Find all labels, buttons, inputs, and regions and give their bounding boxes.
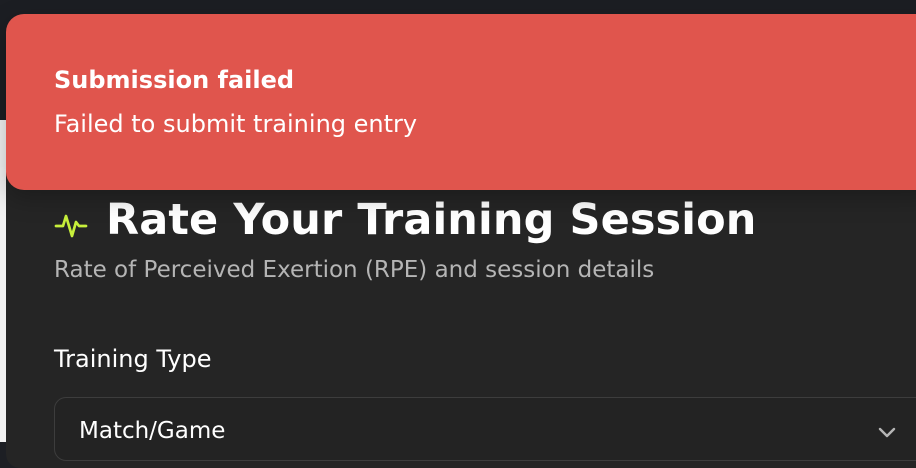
training-type-label: Training Type — [54, 345, 212, 373]
form-subtitle: Rate of Perceived Exertion (RPE) and ses… — [54, 257, 655, 283]
activity-icon — [54, 203, 88, 238]
toast-description: Failed to submit training entry — [54, 110, 418, 138]
form-title-text: Rate Your Training Session — [106, 195, 757, 245]
error-toast[interactable]: Submission failed Failed to submit train… — [6, 14, 916, 190]
form-title: Rate Your Training Session — [54, 195, 756, 245]
training-type-select[interactable]: Match/Game — [54, 397, 916, 461]
training-type-value: Match/Game — [79, 418, 226, 444]
toast-title: Submission failed — [54, 66, 295, 94]
chevron-down-icon — [875, 420, 899, 444]
